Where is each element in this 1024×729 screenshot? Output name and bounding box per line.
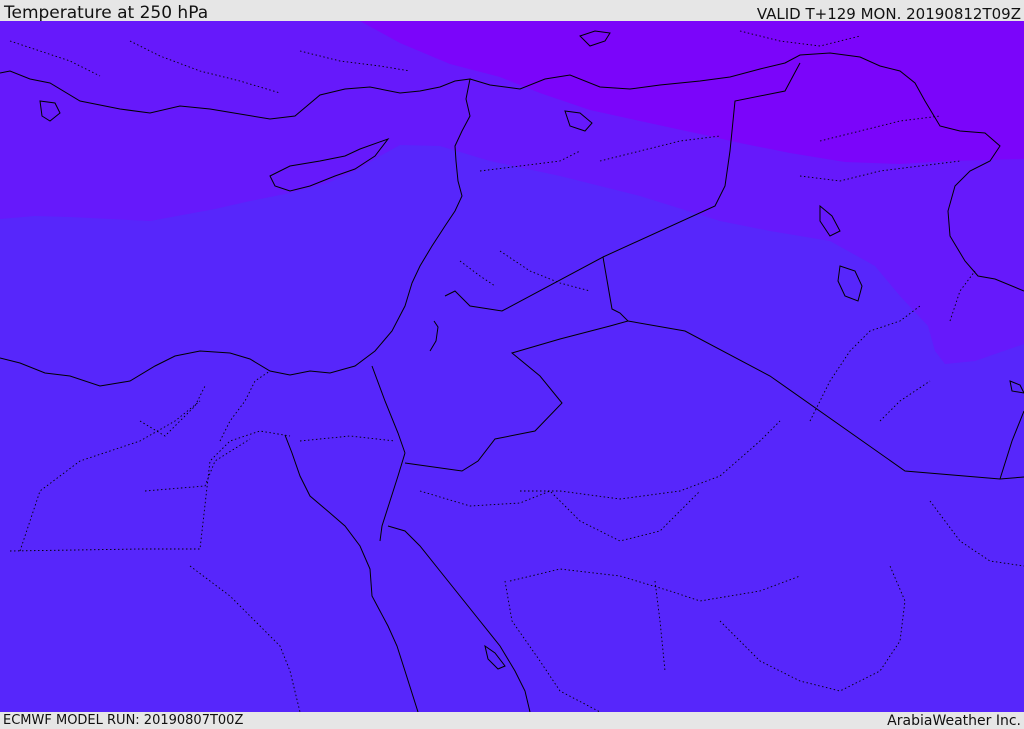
map-title: Temperature at 250 hPa: [4, 3, 209, 23]
credit: ArabiaWeather Inc.: [887, 713, 1021, 729]
weather-map-page: Temperature at 250 hPa VALID T+129 MON. …: [0, 0, 1024, 729]
header-bar: Temperature at 250 hPa VALID T+129 MON. …: [0, 0, 1024, 23]
model-run: ECMWF MODEL RUN: 20190807T00Z: [3, 713, 244, 728]
map-svg: [0, 21, 1024, 712]
footer-bar: ECMWF MODEL RUN: 20190807T00Z ArabiaWeat…: [0, 712, 1024, 729]
temperature-map[interactable]: [0, 21, 1024, 712]
